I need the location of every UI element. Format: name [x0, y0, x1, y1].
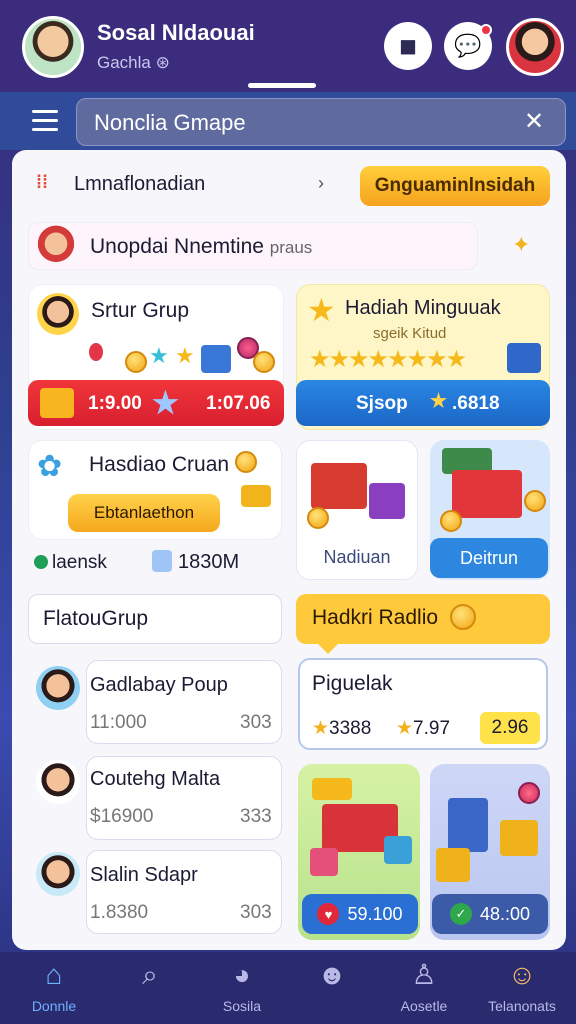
nav-home[interactable]: ⌂ Donnle	[6, 958, 102, 1014]
tile-b-button[interactable]: ✓ 48.:00	[432, 894, 548, 934]
profile-icon: ♙	[411, 959, 437, 990]
avatar	[34, 224, 78, 268]
middle-title: Hasdiao Cruan	[89, 453, 230, 476]
star-icon[interactable]: ✦	[512, 232, 530, 258]
tile-nadiuan[interactable]: Nadiuan	[296, 440, 418, 580]
deitrun-button[interactable]: Deitrun	[430, 538, 548, 578]
card-left-value-b: 1:07.06	[206, 393, 271, 414]
camera-icon: ◼	[398, 33, 418, 58]
list-title: Slalin Sdapr	[90, 864, 198, 886]
section-right[interactable]: Hadkri Radlio	[296, 594, 550, 654]
nav-search[interactable]: ⌕	[102, 958, 198, 998]
card-right-bar[interactable]: Sjsop ★ .6818	[296, 380, 550, 426]
search-value: Nonclia Gmape	[94, 110, 246, 135]
tile-label: Nadiuan	[323, 547, 391, 567]
chat-icon: 💬	[454, 33, 482, 58]
avatar	[36, 852, 80, 896]
app-title: Sosal Nldaouai	[97, 20, 255, 45]
middle-button[interactable]: Ebtanlaethon	[68, 494, 220, 532]
list-title: Coutehg Malta	[90, 768, 221, 790]
bow-icon: ✿	[37, 450, 63, 483]
list-count: 303	[240, 902, 272, 923]
avatar[interactable]	[22, 16, 84, 78]
piguelak-value-b: ★7.97	[396, 718, 451, 739]
list-title: Gadlabay Poup	[90, 674, 228, 696]
search-icon: ⌕	[142, 959, 158, 990]
card-left-bar[interactable]: 1:9.00 ★ 1:07.06	[28, 380, 284, 426]
avatar-icon: ☺	[507, 959, 537, 990]
nav-account[interactable]: ☺ Telanonats	[474, 958, 570, 1014]
info-icon: ⊛	[155, 53, 170, 72]
card-right-value-a: Sjsop	[356, 393, 408, 414]
nav-game[interactable]: ☻	[284, 958, 380, 998]
nav-profile[interactable]: ♙ Aosetle	[376, 958, 472, 1014]
chat-button[interactable]: 💬	[444, 22, 492, 70]
list-value: $16900	[90, 806, 154, 827]
card-title: Hadiah Minguuak	[345, 297, 501, 319]
card-right-value-b: .6818	[452, 393, 500, 414]
list-count: 333	[240, 806, 272, 827]
star-icon: ★	[430, 391, 448, 412]
heart-icon: ♥	[317, 903, 340, 925]
avatar	[36, 760, 80, 804]
row1-label: Lmnaflonadian	[74, 173, 206, 195]
nav-social[interactable]: ◕ Sosila	[194, 958, 290, 1014]
profile-avatar[interactable]	[506, 18, 564, 76]
gold-bar-icon	[40, 388, 74, 418]
rating-stars: ★★★★★★★★	[309, 346, 467, 373]
star-icon: ★	[152, 387, 179, 420]
row2-label: Unopdai Nnemtine praus	[90, 235, 313, 258]
avatar	[36, 666, 80, 710]
piguelak-value-a: ★3388	[312, 718, 372, 739]
close-icon[interactable]: ✕	[524, 107, 544, 136]
box-icon	[152, 550, 172, 572]
piguelak-value-c: 2.96	[480, 712, 540, 744]
card-title: Srtur Grup	[91, 299, 190, 322]
piguelak-title: Piguelak	[312, 672, 393, 695]
app-subtitle: Gachla ⊛	[97, 53, 170, 72]
home-icon: ⌂	[45, 959, 63, 990]
chevron-right-icon[interactable]: ›	[318, 173, 324, 194]
list-value: 11:000	[90, 712, 147, 733]
check-icon: ✓	[449, 903, 472, 925]
game-icon: ☻	[317, 959, 347, 990]
tab-indicator	[248, 83, 316, 88]
notification-dot	[480, 24, 492, 36]
grid-icon: ⁞⁞	[36, 172, 48, 192]
stat-b: 1830M	[152, 550, 239, 574]
card-left-value-a: 1:9.00	[88, 393, 142, 414]
camera-button[interactable]: ◼	[384, 22, 432, 70]
list-count: 303	[240, 712, 272, 733]
tile-a-button[interactable]: ♥ 59.100	[302, 894, 418, 934]
stat-a: laensk	[34, 552, 107, 574]
menu-icon[interactable]	[32, 110, 58, 132]
list-value: 1.8380	[90, 902, 149, 923]
row1-button[interactable]: Gnguaminlnsidah	[360, 166, 550, 206]
user-badge-icon: ◕	[233, 959, 251, 990]
card-subtitle: sgeik Kitud	[373, 325, 447, 342]
section-left[interactable]: FlatouGrup	[28, 594, 282, 644]
